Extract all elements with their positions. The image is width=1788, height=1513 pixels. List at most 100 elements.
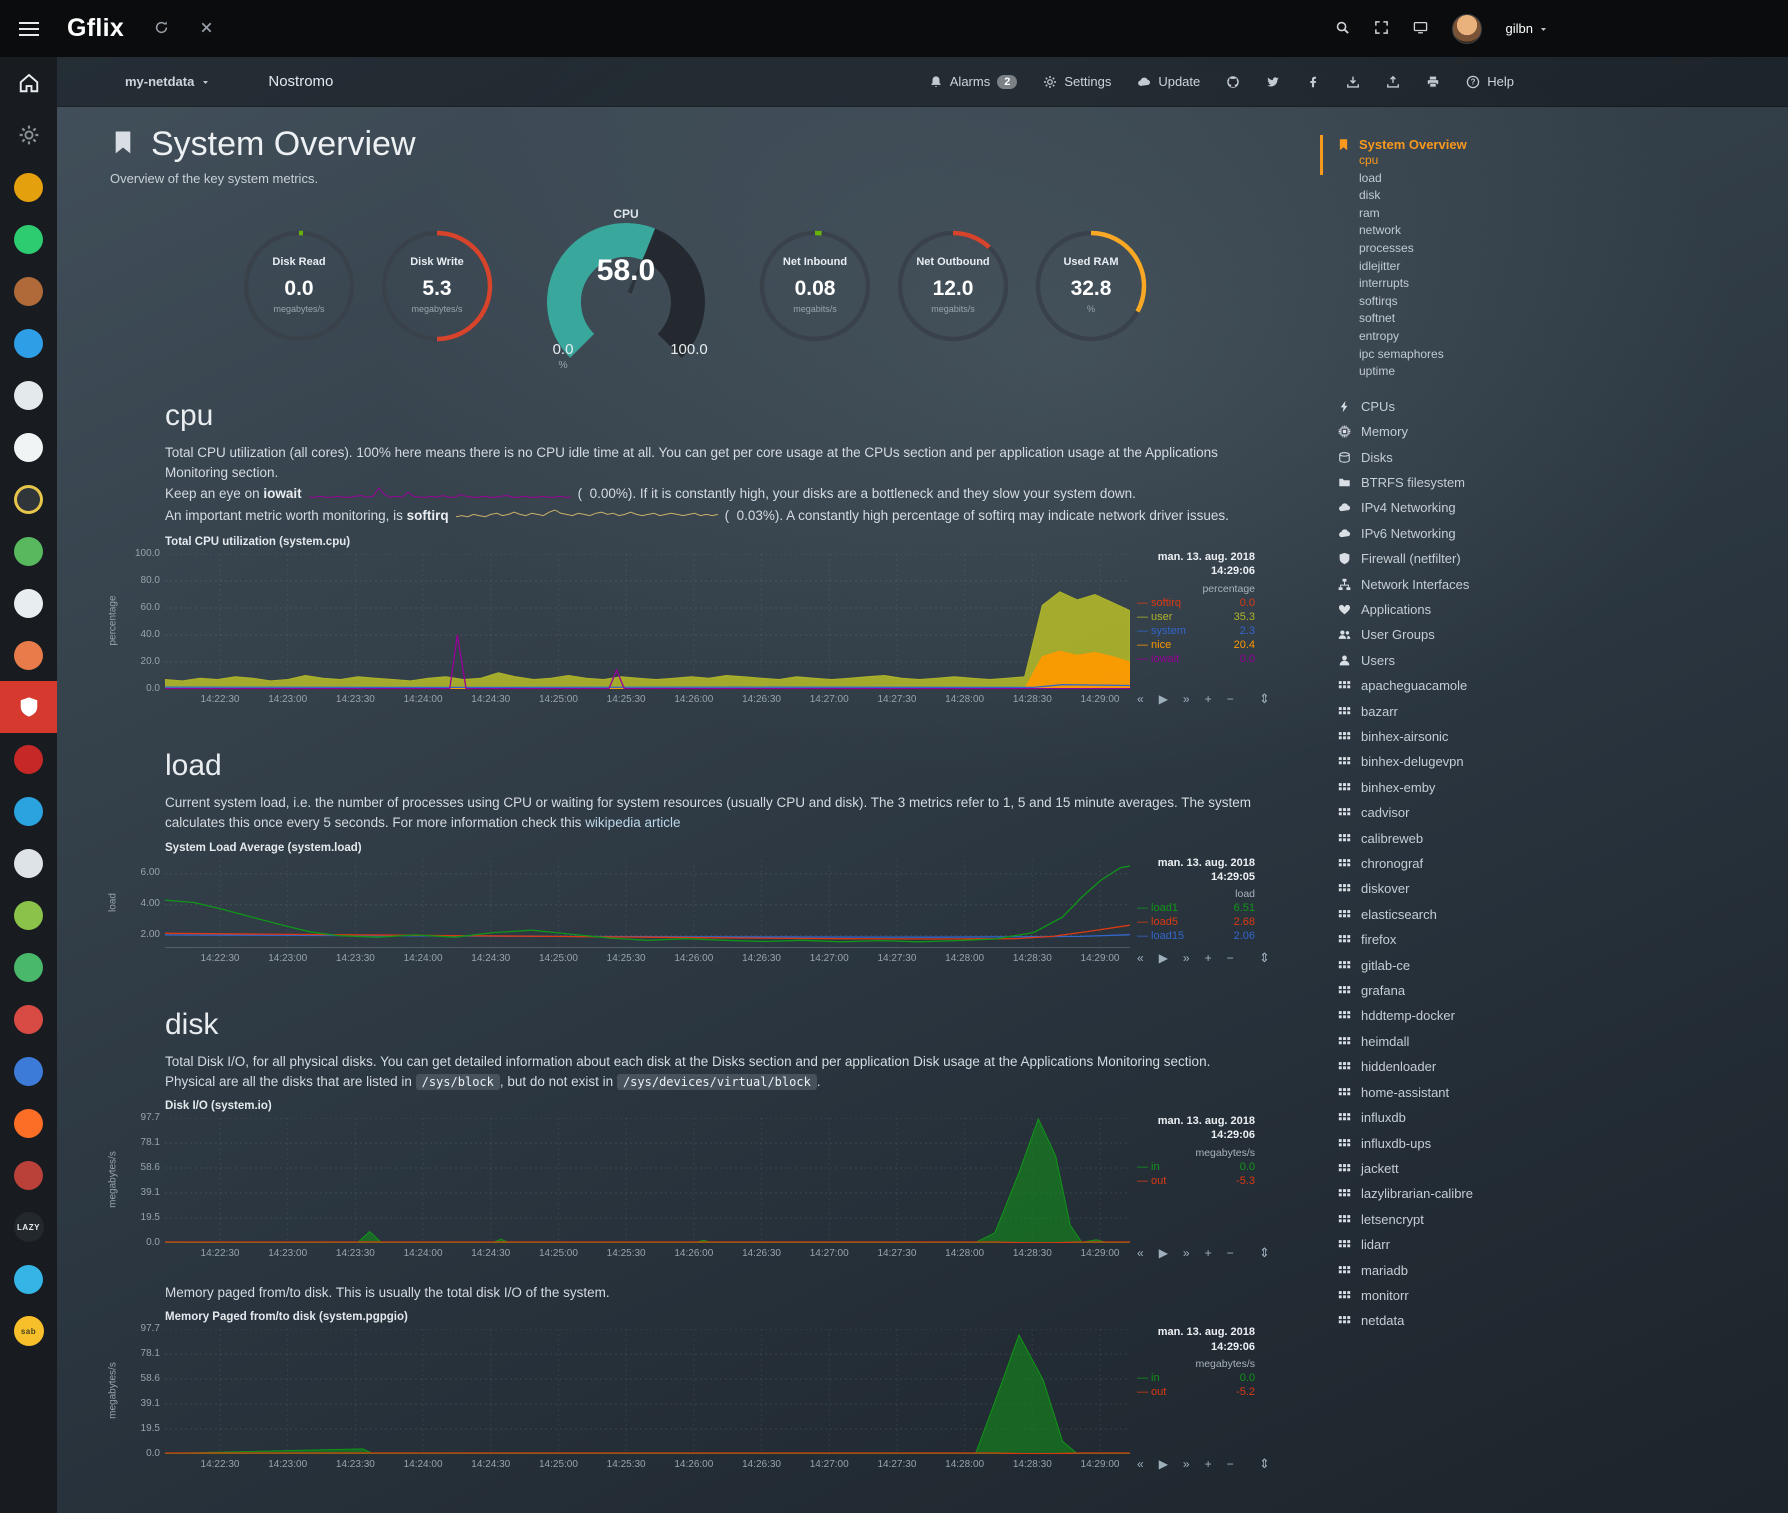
sidebar-app-21[interactable] [0,1097,57,1149]
gauge-net-inbound[interactable]: Net Inbound0.08megabits/s [756,227,874,350]
menu-section-user-groups[interactable]: User Groups [1337,622,1602,647]
menu-app-home-assistant[interactable]: home-assistant [1337,1080,1602,1105]
menu-app-lazylibrarian-calibre[interactable]: lazylibrarian-calibre [1337,1181,1602,1206]
chart-zoom-in-button[interactable]: + [1205,1246,1212,1260]
refresh-tab-icon[interactable] [154,20,169,37]
legend-row-load5[interactable]: — load52.68 [1137,916,1255,928]
menu-item-system-overview[interactable]: System Overview [1337,137,1602,152]
gauge-net-outbound[interactable]: Net Outbound12.0megabits/s [894,227,1012,350]
menu-app-binhex-delugevpn[interactable]: binhex-delugevpn [1337,749,1602,774]
gauge-disk-write[interactable]: Disk Write5.3megabytes/s [378,227,496,350]
sidebar-app-14[interactable] [0,733,57,785]
cpu-utilization-chart[interactable]: Total CPU utilization (system.cpu)100.08… [165,536,1300,725]
sidebar-app-9[interactable] [0,473,57,525]
menu-app-letsencrypt[interactable]: letsencrypt [1337,1207,1602,1232]
chart-resize-handle[interactable]: ⇕ [1259,1456,1270,1472]
chart-zoom-in-button[interactable]: + [1205,692,1212,706]
menu-section-disks[interactable]: Disks [1337,445,1602,470]
menu-app-heimdall[interactable]: heimdall [1337,1029,1602,1054]
menu-app-bazarr[interactable]: bazarr [1337,699,1602,724]
sidebar-app-4[interactable] [0,213,57,265]
menu-section-btrfs-filesystem[interactable]: BTRFS filesystem [1337,470,1602,495]
chart-play-button[interactable]: ▶ [1159,1457,1168,1471]
menu-item-ram[interactable]: ram [1337,205,1602,223]
help-button[interactable]: ? Help [1466,74,1514,90]
menu-section-network-interfaces[interactable]: Network Interfaces [1337,572,1602,597]
sidebar-app-11[interactable] [0,577,57,629]
menu-item-network[interactable]: network [1337,222,1602,240]
sidebar-app-10[interactable] [0,525,57,577]
legend-row-load1[interactable]: — load16.51 [1137,902,1255,914]
fullscreen-icon[interactable] [1374,20,1389,37]
menu-app-hiddenloader[interactable]: hiddenloader [1337,1054,1602,1079]
monitor-icon[interactable] [1413,20,1428,37]
menu-section-ipv4-networking[interactable]: IPv4 Networking [1337,495,1602,520]
menu-section-ipv6-networking[interactable]: IPv6 Networking [1337,521,1602,546]
menu-section-users[interactable]: Users [1337,648,1602,673]
import-snapshot-button[interactable] [1386,74,1400,90]
registry-selector[interactable]: my-netdata [125,74,210,89]
sidebar-app-20[interactable] [0,1045,57,1097]
sidebar-app-13[interactable] [0,681,57,733]
print-button[interactable] [1426,74,1440,90]
gauge-cpu[interactable]: CPU58.00.0100.0% [516,202,736,375]
sidebar-app-8[interactable] [0,421,57,473]
menu-app-cadvisor[interactable]: cadvisor [1337,800,1602,825]
chart-pan-backward-button[interactable]: « [1137,692,1144,706]
legend-row-iowait[interactable]: — iowait0.0 [1137,653,1255,665]
facebook-button[interactable] [1306,74,1320,90]
chart-pan-forward-button[interactable]: » [1183,1246,1190,1260]
menu-section-firewall-netfilter[interactable]: Firewall (netfilter) [1337,546,1602,571]
avatar[interactable] [1452,14,1482,44]
sidebar-app-19[interactable] [0,993,57,1045]
menu-app-diskover[interactable]: diskover [1337,876,1602,901]
legend-row-softirq[interactable]: — softirq0.0 [1137,597,1255,609]
menu-app-mariadb[interactable]: mariadb [1337,1258,1602,1283]
chart-plot-area[interactable] [165,554,1130,689]
chart-pan-backward-button[interactable]: « [1137,1457,1144,1471]
chart-play-button[interactable]: ▶ [1159,692,1168,706]
update-button[interactable]: Update [1137,74,1200,90]
chart-pan-forward-button[interactable]: » [1183,951,1190,965]
alarms-button[interactable]: Alarms 2 [929,74,1018,90]
sidebar-app-12[interactable] [0,629,57,681]
legend-row-out[interactable]: — out-5.2 [1137,1386,1255,1398]
github-button[interactable] [1226,74,1240,90]
chart-pan-forward-button[interactable]: » [1183,692,1190,706]
menu-app-binhex-airsonic[interactable]: binhex-airsonic [1337,724,1602,749]
menu-item-interrupts[interactable]: interrupts [1337,275,1602,293]
menu-app-elasticsearch[interactable]: elasticsearch [1337,902,1602,927]
chart-zoom-out-button[interactable]: − [1227,951,1234,965]
gauge-used-ram[interactable]: Used RAM32.8% [1032,227,1150,350]
menu-app-monitorr[interactable]: monitorr [1337,1283,1602,1308]
chart-zoom-out-button[interactable]: − [1227,692,1234,706]
chart-zoom-out-button[interactable]: − [1227,1457,1234,1471]
menu-item-uptime[interactable]: uptime [1337,363,1602,381]
chart-plot-area[interactable] [165,1118,1130,1243]
chart-play-button[interactable]: ▶ [1159,951,1168,965]
menu-app-calibreweb[interactable]: calibreweb [1337,826,1602,851]
chart-resize-handle[interactable]: ⇕ [1259,1245,1270,1261]
menu-item-entropy[interactable]: entropy [1337,328,1602,346]
menu-item-disk[interactable]: disk [1337,187,1602,205]
menu-section-memory[interactable]: Memory [1337,419,1602,444]
hamburger-menu-button[interactable] [0,0,57,57]
legend-row-out[interactable]: — out-5.3 [1137,1175,1255,1187]
chart-play-button[interactable]: ▶ [1159,1246,1168,1260]
sidebar-app-6[interactable] [0,317,57,369]
menu-section-applications[interactable]: Applications [1337,597,1602,622]
settings-button[interactable]: Settings [1043,74,1111,90]
menu-item-processes[interactable]: processes [1337,240,1602,258]
legend-row-in[interactable]: — in0.0 [1137,1161,1255,1173]
chart-pan-backward-button[interactable]: « [1137,951,1144,965]
sidebar-app-22[interactable] [0,1149,57,1201]
chart-zoom-in-button[interactable]: + [1205,951,1212,965]
sidebar-app-2[interactable] [0,109,57,161]
chart-resize-handle[interactable]: ⇕ [1259,691,1270,707]
legend-row-system[interactable]: — system2.3 [1137,625,1255,637]
menu-app-hddtemp-docker[interactable]: hddtemp-docker [1337,1003,1602,1028]
menu-app-gitlab-ce[interactable]: gitlab-ce [1337,953,1602,978]
menu-app-lidarr[interactable]: lidarr [1337,1232,1602,1257]
search-icon[interactable] [1335,20,1350,37]
sidebar-app-17[interactable] [0,889,57,941]
